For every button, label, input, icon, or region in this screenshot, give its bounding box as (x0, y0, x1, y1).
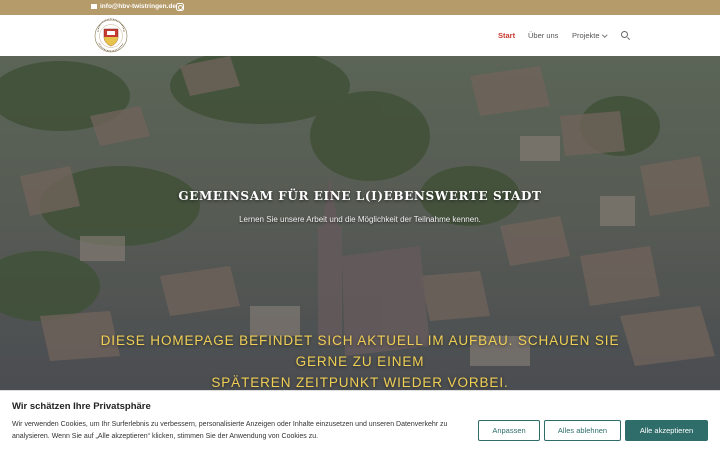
cookie-accept-button[interactable]: Alle akzeptieren (625, 420, 708, 441)
notice-line-2: SPÄTEREN ZEITPUNKT WIEDER VORBEI. (211, 375, 509, 390)
envelope-icon (91, 4, 97, 9)
site-header: Start Über uns Projekte (0, 15, 720, 56)
notice-line-1: DIESE HOMEPAGE BEFINDET SICH AKTUELL IM … (100, 333, 620, 369)
email-text: info@hbv-twistringen.de (100, 3, 177, 10)
email-link[interactable]: info@hbv-twistringen.de (91, 3, 176, 10)
cookie-reject-button[interactable]: Alles ablehnen (544, 420, 621, 441)
association-crest-logo[interactable] (92, 18, 130, 54)
construction-notice: DIESE HOMEPAGE BEFINDET SICH AKTUELL IM … (80, 330, 640, 390)
hero-title: GEMEINSAM FÜR EINE L(I)EBENSWERTE STADT (178, 189, 542, 203)
hero-subtitle: Lernen Sie unsere Arbeit und die Möglich… (239, 215, 481, 224)
nav-item-about[interactable]: Über uns (528, 31, 558, 40)
cookie-text: Wir verwenden Cookies, um Ihr Surferlebn… (12, 421, 448, 440)
chevron-down-icon (601, 32, 607, 38)
hero-section: GEMEINSAM FÜR EINE L(I)EBENSWERTE STADT … (0, 56, 720, 390)
cookie-banner: Wir schätzen Ihre Privatsphäre Wir verwe… (0, 390, 720, 450)
nav-item-start[interactable]: Start (498, 31, 515, 40)
nav-item-projects-label: Projekte (572, 31, 600, 40)
nav-item-projects[interactable]: Projekte (572, 31, 607, 40)
cookie-adjust-button[interactable]: Anpassen (478, 420, 540, 441)
instagram-icon[interactable] (176, 2, 184, 11)
cookie-title: Wir schätzen Ihre Privatsphäre (12, 401, 151, 412)
top-bar: info@hbv-twistringen.de (0, 0, 720, 15)
search-icon[interactable] (621, 31, 628, 38)
